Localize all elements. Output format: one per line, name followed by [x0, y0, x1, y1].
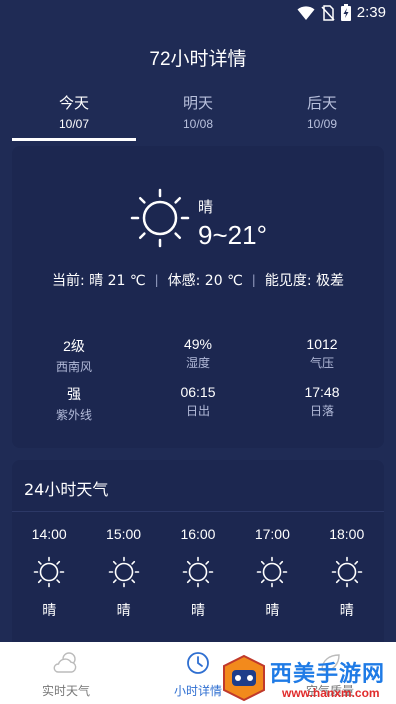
- hour-time: 17:00: [254, 526, 290, 542]
- stat-value: 1012: [306, 336, 338, 352]
- nav-realtime-weather[interactable]: 实时天气: [0, 642, 132, 704]
- clock-icon: [187, 652, 209, 674]
- status-time: 2:39: [356, 4, 386, 21]
- separator: |: [251, 273, 256, 287]
- hour-item: 16:00 晴: [168, 526, 228, 620]
- day-tabs: 今天 10/07 明天 10/08 后天 10/09: [12, 90, 384, 142]
- watermark-url: www.hanxm.com: [282, 686, 380, 700]
- stat-humidity: 49% 湿度: [136, 336, 260, 375]
- tab-today[interactable]: 今天 10/07: [12, 90, 136, 142]
- tab-name: 明天: [182, 94, 213, 112]
- tab-date: 10/09: [306, 117, 338, 131]
- stat-sunrise: 06:15 日出: [136, 384, 260, 423]
- hourly-forecast-card: 24小时天气 14:00 晴 15:00 晴 16:00 晴 17:00 晴 1…: [12, 460, 384, 660]
- stat-label: 湿度: [185, 356, 210, 370]
- cloud-sun-icon: [53, 652, 77, 673]
- stat-value: 49%: [183, 336, 213, 352]
- current-temp: 当前: 晴 21 ℃: [51, 273, 146, 289]
- hour-condition: 晴: [339, 603, 354, 619]
- watermark-logo-icon: [223, 654, 265, 702]
- tab-date: 10/08: [182, 117, 214, 131]
- tab-name: 今天: [58, 94, 89, 112]
- sun-icon: [33, 556, 65, 588]
- watermark: 西美手游网 www.hanxm.com: [220, 654, 396, 704]
- hour-condition: 晴: [116, 603, 131, 619]
- stats-row: 强 紫外线 06:15 日出 17:48 日落: [12, 384, 384, 423]
- stats-row: 2级 西南风 49% 湿度 1012 气压: [12, 336, 384, 375]
- stat-value: 强: [67, 386, 81, 402]
- hour-time: 15:00: [106, 526, 142, 542]
- hour-time: 18:00: [329, 526, 365, 542]
- stat-label: 西南风: [55, 360, 92, 374]
- hourly-title: 24小时天气: [24, 480, 109, 499]
- hour-item: 14:00 晴: [19, 526, 79, 620]
- stat-wind: 2级 西南风: [12, 336, 136, 375]
- sun-icon: [108, 556, 139, 588]
- separator: |: [154, 273, 159, 287]
- stat-value: 2级: [63, 338, 85, 354]
- today-summary-card: 晴 9~21° 当前: 晴 21 ℃ | 体感: 20 ℃ | 能见度: 极差 …: [12, 146, 384, 448]
- watermark-text: 西美手游网: [270, 662, 386, 687]
- temperature-range: 9~21°: [198, 220, 267, 250]
- stat-uv: 强 紫外线: [12, 384, 136, 423]
- tab-day-after-tomorrow[interactable]: 后天 10/09: [260, 90, 384, 142]
- status-icons: 2:39: [297, 4, 386, 21]
- stat-label: 日落: [309, 404, 334, 418]
- tab-date: 10/07: [58, 117, 90, 131]
- condition-text: 晴: [198, 198, 214, 216]
- hour-condition: 晴: [190, 603, 205, 619]
- hourly-list[interactable]: 14:00 晴 15:00 晴 16:00 晴 17:00 晴 18:00 晴: [12, 526, 384, 620]
- hour-condition: 晴: [42, 603, 57, 619]
- hour-item: 15:00 晴: [94, 526, 154, 620]
- sun-icon: [257, 556, 288, 588]
- visibility: 能见度: 极差: [264, 273, 345, 289]
- hour-condition: 晴: [265, 603, 280, 619]
- stat-value: 06:15: [180, 384, 216, 400]
- current-details: 当前: 晴 21 ℃ | 体感: 20 ℃ | 能见度: 极差: [12, 270, 384, 290]
- tab-name: 后天: [306, 94, 337, 112]
- sun-icon: [331, 556, 363, 588]
- hour-time: 16:00: [180, 526, 216, 542]
- stat-label: 紫外线: [55, 408, 92, 422]
- no-sim-icon: [321, 4, 335, 21]
- page-title: 72小时详情: [149, 49, 247, 70]
- wifi-icon: [297, 5, 315, 20]
- stats-grid: 2级 西南风 49% 湿度 1012 气压 强 紫外线 06:15 日出 17:: [12, 336, 384, 432]
- nav-label: 实时天气: [41, 684, 90, 698]
- active-tab-indicator: [12, 138, 136, 141]
- stat-sunset: 17:48 日落: [260, 384, 384, 423]
- stat-value: 17:48: [304, 384, 340, 400]
- stat-label: 日出: [185, 404, 210, 418]
- tab-tomorrow[interactable]: 明天 10/08: [136, 90, 260, 142]
- stat-label: 气压: [309, 356, 334, 370]
- sun-icon: [130, 188, 190, 248]
- status-bar: 2:39: [0, 0, 396, 28]
- divider: [12, 511, 384, 512]
- hour-item: 17:00 晴: [242, 526, 302, 620]
- feels-like: 体感: 20 ℃: [167, 273, 243, 289]
- hour-item: 18:00 晴: [317, 526, 377, 620]
- sun-icon: [182, 556, 214, 588]
- hour-time: 14:00: [31, 526, 67, 542]
- stat-pressure: 1012 气压: [260, 336, 384, 375]
- battery-charging-icon: [340, 4, 351, 21]
